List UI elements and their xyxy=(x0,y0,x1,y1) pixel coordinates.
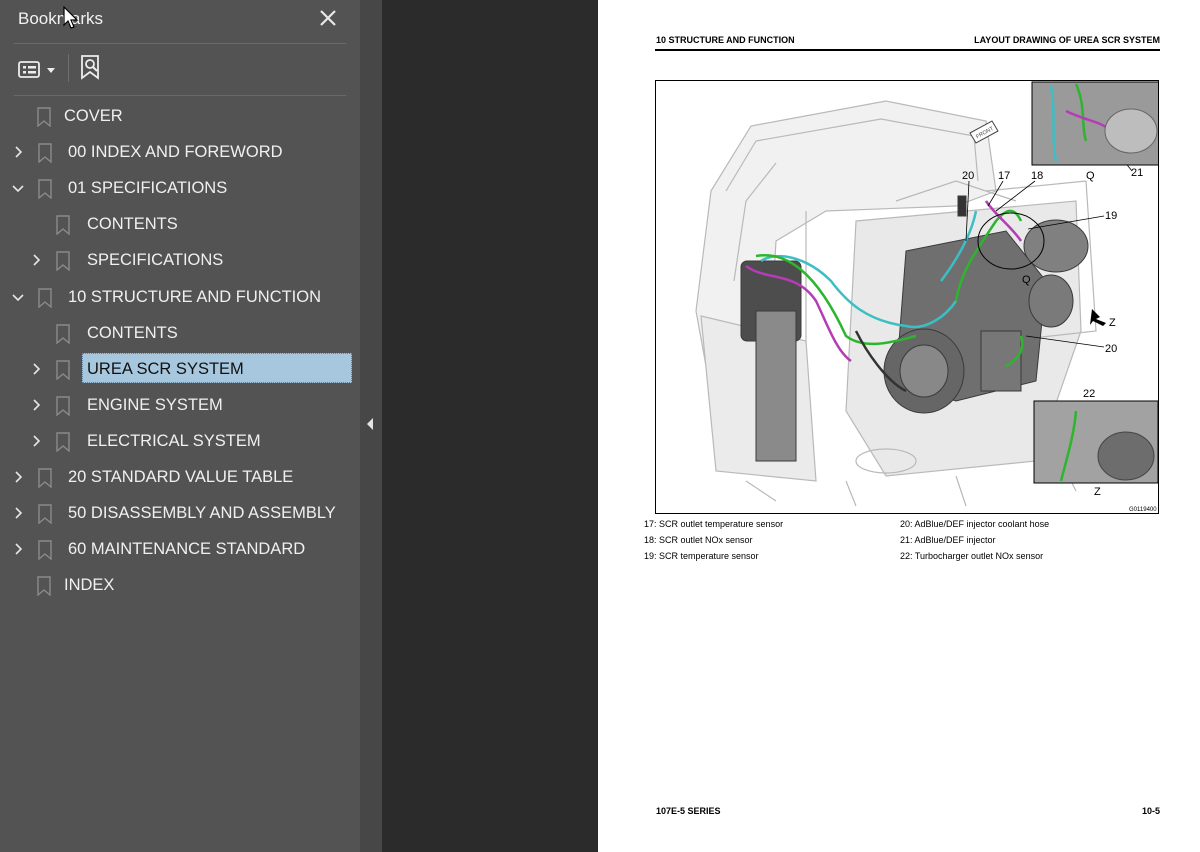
caption-20: 20: AdBlue/DEF injector coolant hose xyxy=(900,519,1050,529)
page-header-section: 10 STRUCTURE AND FUNCTION xyxy=(656,35,795,45)
layout-drawing-illustration: FRONT 20 17 18 Q 21 19 Q Z 20 22 Z G0119… xyxy=(695,81,1158,513)
bookmarks-panel-title: Bookmarks xyxy=(18,9,104,28)
chevron-right-icon[interactable] xyxy=(11,503,25,523)
bookmark-icon xyxy=(36,107,52,128)
bookmark-label: 60 MAINTENANCE STANDARD xyxy=(68,540,306,559)
bookmark-label: 01 SPECIFICATIONS xyxy=(68,179,228,198)
bookmark-label: 00 INDEX AND FOREWORD xyxy=(68,143,283,162)
bookmark-item[interactable]: ELECTRICAL SYSTEM xyxy=(0,425,360,459)
figure-id: G0119400 xyxy=(1129,507,1157,513)
bookmark-label: CONTENTS xyxy=(87,215,178,234)
bookmark-icon xyxy=(37,287,53,308)
bookmark-icon xyxy=(37,468,53,489)
bookmarks-toolbar xyxy=(0,46,360,92)
bookmark-item[interactable]: INDEX xyxy=(0,569,360,603)
bookmark-icon xyxy=(55,432,71,453)
chevron-down-icon[interactable] xyxy=(11,287,25,307)
caption-19: 19: SCR temperature sensor xyxy=(644,551,759,561)
bookmark-label: UREA SCR SYSTEM xyxy=(87,359,244,378)
bookmark-label: SPECIFICATIONS xyxy=(87,251,224,270)
page-footer-series: 107E-5 SERIES xyxy=(656,806,721,816)
bookmarks-panel: Bookmarks COVER 00 INDEX AND FOREWORD 01… xyxy=(0,0,360,852)
bookmarks-panel-header: Bookmarks xyxy=(0,0,360,42)
caption-22: 22: Turbocharger outlet NOx sensor xyxy=(900,551,1044,561)
caption-18: 18: SCR outlet NOx sensor xyxy=(644,535,753,545)
callout-21: 21 xyxy=(1131,167,1143,179)
chevron-right-icon[interactable] xyxy=(11,142,25,162)
page-number: 10-5 xyxy=(1141,806,1160,816)
bookmark-label: ENGINE SYSTEM xyxy=(87,395,223,414)
bookmark-item[interactable]: CONTENTS xyxy=(0,208,360,242)
layout-drawing-figure: FRONT 20 17 18 Q 21 19 Q Z 20 22 Z G0119… xyxy=(655,80,1159,514)
bookmark-icon xyxy=(37,143,53,164)
callout-z: Z xyxy=(1109,317,1116,329)
chevron-right-icon[interactable] xyxy=(11,467,25,487)
bookmark-label: 50 DISASSEMBLY AND ASSEMBLY xyxy=(68,504,336,523)
bookmark-item[interactable]: 60 MAINTENANCE STANDARD xyxy=(0,533,360,567)
callout-20-hose: 20 xyxy=(1105,343,1117,355)
bookmark-icon xyxy=(37,504,53,525)
bookmark-item[interactable]: 10 STRUCTURE AND FUNCTION xyxy=(0,281,360,315)
bookmark-item[interactable]: ENGINE SYSTEM xyxy=(0,389,360,423)
bookmark-label: 20 STANDARD VALUE TABLE xyxy=(68,468,294,486)
bookmark-item[interactable]: 01 SPECIFICATIONS xyxy=(0,172,360,206)
bookmark-label: COVER xyxy=(64,107,123,125)
chevron-right-icon[interactable] xyxy=(29,359,43,379)
bookmark-item[interactable]: COVER xyxy=(0,100,360,134)
bookmark-item[interactable]: SPECIFICATIONS xyxy=(0,244,360,278)
chevron-right-icon[interactable] xyxy=(29,250,43,270)
chevron-down-icon[interactable] xyxy=(11,178,25,198)
bookmark-icon xyxy=(55,359,71,381)
callout-19: 19 xyxy=(1105,210,1117,222)
caption-21: 21: AdBlue/DEF injector xyxy=(900,535,996,545)
find-bookmark-icon[interactable] xyxy=(78,54,104,82)
callout-20: 20 xyxy=(962,170,974,182)
page-header-title: LAYOUT DRAWING OF UREA SCR SYSTEM xyxy=(974,35,1160,45)
header-rule xyxy=(655,49,1160,51)
divider xyxy=(14,43,346,44)
bookmark-icon xyxy=(36,576,52,597)
bookmark-icon xyxy=(37,540,53,561)
chevron-right-icon[interactable] xyxy=(29,395,43,415)
bookmark-icon xyxy=(55,323,71,345)
bookmark-item[interactable]: 20 STANDARD VALUE TABLE xyxy=(0,461,360,495)
bookmark-item[interactable]: CONTENTS xyxy=(0,317,360,351)
callout-17: 17 xyxy=(998,170,1010,182)
bookmark-icon xyxy=(37,179,53,200)
bookmark-item[interactable]: UREA SCR SYSTEM xyxy=(0,352,360,387)
callout-q-inset: Q xyxy=(1086,170,1095,182)
bookmark-icon xyxy=(55,251,71,272)
callout-18: 18 xyxy=(1031,170,1043,182)
close-icon[interactable] xyxy=(316,4,340,32)
collapse-panel-icon[interactable] xyxy=(367,418,373,430)
bookmark-icon xyxy=(55,215,71,236)
bookmark-item[interactable]: 00 INDEX AND FOREWORD xyxy=(0,136,360,170)
bookmark-options-button[interactable] xyxy=(18,58,58,82)
callout-q: Q xyxy=(1022,274,1031,286)
bookmark-label: 10 STRUCTURE AND FUNCTION xyxy=(68,287,322,306)
chevron-right-icon[interactable] xyxy=(29,431,43,451)
bookmark-label: ELECTRICAL SYSTEM xyxy=(87,431,261,450)
bookmark-label: CONTENTS xyxy=(87,323,178,342)
callout-22: 22 xyxy=(1083,388,1095,400)
caption-17: 17: SCR outlet temperature sensor xyxy=(644,519,784,529)
callout-z-inset: Z xyxy=(1094,486,1101,498)
toolbar-separator xyxy=(68,54,69,82)
bookmark-label: INDEX xyxy=(64,576,115,595)
chevron-right-icon[interactable] xyxy=(11,539,25,559)
bookmark-item[interactable]: 50 DISASSEMBLY AND ASSEMBLY xyxy=(0,497,360,531)
panel-splitter[interactable] xyxy=(360,0,382,852)
divider xyxy=(14,95,346,96)
document-page: 10 STRUCTURE AND FUNCTION LAYOUT DRAWING… xyxy=(598,0,1200,852)
bookmark-icon xyxy=(55,396,71,417)
